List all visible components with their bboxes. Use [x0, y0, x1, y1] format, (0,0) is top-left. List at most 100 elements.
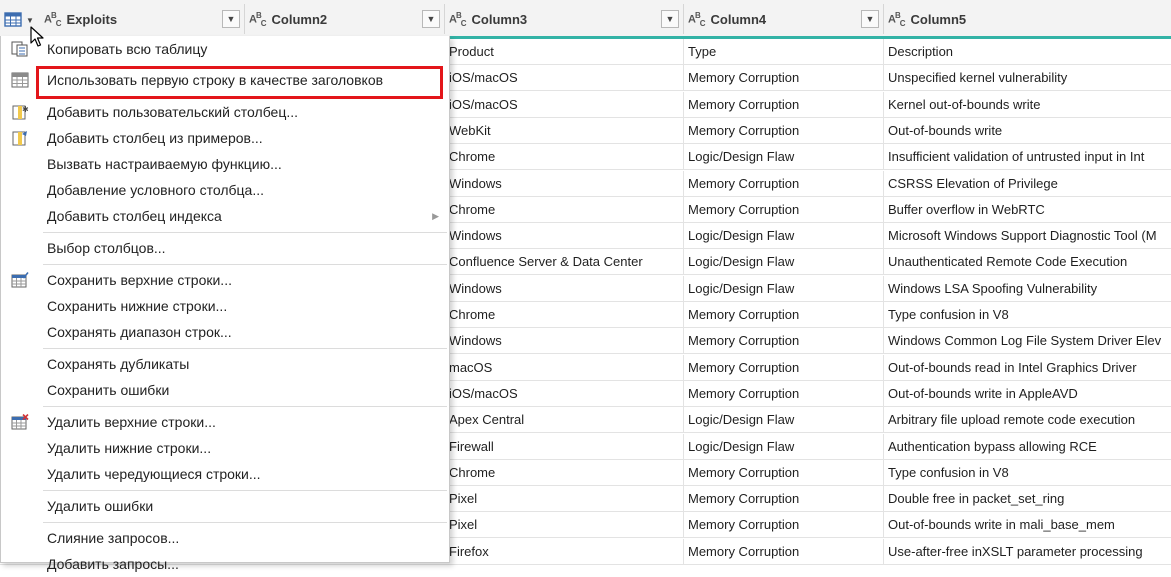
table-cell[interactable]: Firewall: [445, 433, 684, 460]
column-header-column5[interactable]: ABC Column5: [884, 4, 1171, 34]
column-header-column3[interactable]: ABC Column3 ▼: [445, 4, 684, 34]
menu-item-invoke-custom-function[interactable]: Вызвать настраиваемую функцию...: [1, 151, 449, 177]
menu-separator: [43, 406, 447, 407]
table-cell[interactable]: Memory Corruption: [684, 302, 884, 328]
table-cell[interactable]: Windows LSA Spoofing Vulnerability: [884, 276, 1171, 302]
table-cell[interactable]: Logic/Design Flaw: [684, 223, 884, 250]
table-cell[interactable]: Double free in packet_set_ring: [884, 486, 1171, 512]
menu-item-label: Удалить нижние строки...: [47, 440, 212, 456]
table-cell[interactable]: iOS/macOS: [445, 91, 684, 118]
column-name: Column5: [910, 11, 967, 27]
menu-item-remove-top-rows[interactable]: Удалить верхние строки...: [1, 409, 449, 435]
table-cell[interactable]: Windows: [445, 275, 684, 302]
table-cell[interactable]: iOS/macOS: [445, 380, 684, 407]
table-cell[interactable]: Memory Corruption: [684, 538, 884, 565]
table-cell[interactable]: iOS/macOS: [445, 65, 684, 92]
table-cell[interactable]: Out-of-bounds write in AppleAVD: [884, 381, 1171, 407]
column-header-column2[interactable]: ABC Column2 ▼: [245, 4, 445, 34]
table-cell[interactable]: Out-of-bounds write: [884, 118, 1171, 144]
menu-item-add-conditional-column[interactable]: Добавление условного столбца...: [1, 177, 449, 203]
column-name: Column4: [710, 11, 767, 27]
table-cell[interactable]: Windows Common Log File System Driver El…: [884, 328, 1171, 354]
menu-item-add-custom-column[interactable]: ✱ Добавить пользовательский столбец...: [1, 99, 449, 125]
menu-item-label: Добавить столбец индекса: [47, 208, 222, 224]
table-cell[interactable]: Type confusion in V8: [884, 460, 1171, 486]
table-cell[interactable]: Memory Corruption: [684, 486, 884, 513]
table-cell[interactable]: Pixel: [445, 512, 684, 539]
filter-dropdown-button[interactable]: ▼: [422, 10, 440, 28]
table-cell[interactable]: Memory Corruption: [684, 328, 884, 355]
menu-item-append-queries[interactable]: Добавить запросы...: [1, 551, 449, 577]
menu-item-remove-alternate-rows[interactable]: Удалить чередующиеся строки...: [1, 461, 449, 487]
table-cell[interactable]: Logic/Design Flaw: [684, 144, 884, 171]
table-cell[interactable]: Kernel out-of-bounds write: [884, 92, 1171, 118]
table-cell[interactable]: Memory Corruption: [684, 170, 884, 197]
table-cell[interactable]: Pixel: [445, 486, 684, 513]
menu-item-keep-bottom-rows[interactable]: Сохранить нижние строки...: [1, 293, 449, 319]
menu-item-label: Сохранить ошибки: [47, 382, 170, 398]
menu-item-add-index-column[interactable]: Добавить столбец индекса ▶: [1, 203, 449, 229]
table-cell[interactable]: Logic/Design Flaw: [684, 407, 884, 434]
filter-dropdown-button[interactable]: ▼: [222, 10, 240, 28]
table-cell[interactable]: Logic/Design Flaw: [684, 275, 884, 302]
table-cell[interactable]: WebKit: [445, 117, 684, 144]
table-cell[interactable]: Memory Corruption: [684, 117, 884, 144]
table-cell[interactable]: Chrome: [445, 302, 684, 328]
table-cell[interactable]: Memory Corruption: [684, 196, 884, 223]
table-cell[interactable]: Type: [684, 39, 884, 65]
table-cell[interactable]: Type confusion in V8: [884, 302, 1171, 328]
table-cell[interactable]: Out-of-bounds write in mali_base_mem: [884, 512, 1171, 538]
menu-item-keep-range-of-rows[interactable]: Сохранять диапазон строк...: [1, 319, 449, 345]
table-cell[interactable]: Memory Corruption: [684, 91, 884, 118]
column-name: Column2: [271, 11, 328, 27]
table-cell[interactable]: Firefox: [445, 538, 684, 565]
menu-separator: [43, 264, 447, 265]
column-header-exploits[interactable]: ABC Exploits ▼: [40, 4, 245, 34]
table-cell[interactable]: Logic/Design Flaw: [684, 249, 884, 276]
table-cell[interactable]: Insufficient validation of untrusted inp…: [884, 144, 1171, 170]
menu-item-keep-top-rows[interactable]: Сохранить верхние строки...: [1, 267, 449, 293]
table-cell[interactable]: Microsoft Windows Support Diagnostic Too…: [884, 223, 1171, 249]
table-cell[interactable]: Memory Corruption: [684, 459, 884, 486]
table-cell[interactable]: Memory Corruption: [684, 380, 884, 407]
table-cell[interactable]: CSRSS Elevation of Privilege: [884, 171, 1171, 197]
table-cell[interactable]: Memory Corruption: [684, 512, 884, 539]
table-cell[interactable]: Product: [445, 39, 684, 65]
menu-item-copy-table[interactable]: Копировать всю таблицу: [1, 36, 449, 62]
abc-type-icon: ABC: [249, 10, 266, 28]
table-cell[interactable]: Use-after-free inXSLT parameter processi…: [884, 539, 1171, 565]
menu-item-add-column-from-examples[interactable]: Добавить столбец из примеров...: [1, 125, 449, 151]
table-cell[interactable]: Arbitrary file upload remote code execut…: [884, 407, 1171, 433]
column-header-column4[interactable]: ABC Column4 ▼: [684, 4, 884, 34]
menu-item-choose-columns[interactable]: Выбор столбцов...: [1, 235, 449, 261]
table-cell[interactable]: Logic/Design Flaw: [684, 433, 884, 460]
table-cell[interactable]: Description: [884, 39, 1171, 65]
table-cell[interactable]: Chrome: [445, 196, 684, 223]
menu-separator: [43, 348, 447, 349]
table-cell[interactable]: Windows: [445, 170, 684, 197]
table-cell[interactable]: Apex Central: [445, 407, 684, 434]
table-cell[interactable]: Memory Corruption: [684, 354, 884, 381]
table-cell[interactable]: Chrome: [445, 144, 684, 171]
table-cell[interactable]: macOS: [445, 354, 684, 381]
table-cell[interactable]: Windows: [445, 328, 684, 355]
menu-item-keep-errors[interactable]: Сохранить ошибки: [1, 377, 449, 403]
menu-item-keep-duplicates[interactable]: Сохранять дубликаты: [1, 351, 449, 377]
column-name: Column3: [471, 11, 528, 27]
table-cell[interactable]: Unspecified kernel vulnerability: [884, 65, 1171, 91]
table-cell[interactable]: Unauthenticated Remote Code Execution: [884, 249, 1171, 275]
menu-item-remove-errors[interactable]: Удалить ошибки: [1, 493, 449, 519]
column-name: Exploits: [66, 11, 118, 27]
submenu-arrow-icon: ▶: [432, 211, 439, 221]
table-cell[interactable]: Out-of-bounds read in Intel Graphics Dri…: [884, 355, 1171, 381]
table-cell[interactable]: Confluence Server & Data Center: [445, 249, 684, 276]
table-cell[interactable]: Memory Corruption: [684, 65, 884, 92]
table-cell[interactable]: Chrome: [445, 459, 684, 486]
filter-dropdown-button[interactable]: ▼: [861, 10, 879, 28]
table-cell[interactable]: Windows: [445, 223, 684, 250]
menu-item-remove-bottom-rows[interactable]: Удалить нижние строки...: [1, 435, 449, 461]
menu-item-merge-queries[interactable]: Слияние запросов...: [1, 525, 449, 551]
table-cell[interactable]: Buffer overflow in WebRTC: [884, 197, 1171, 223]
filter-dropdown-button[interactable]: ▼: [661, 10, 679, 28]
table-cell[interactable]: Authentication bypass allowing RCE: [884, 434, 1171, 460]
